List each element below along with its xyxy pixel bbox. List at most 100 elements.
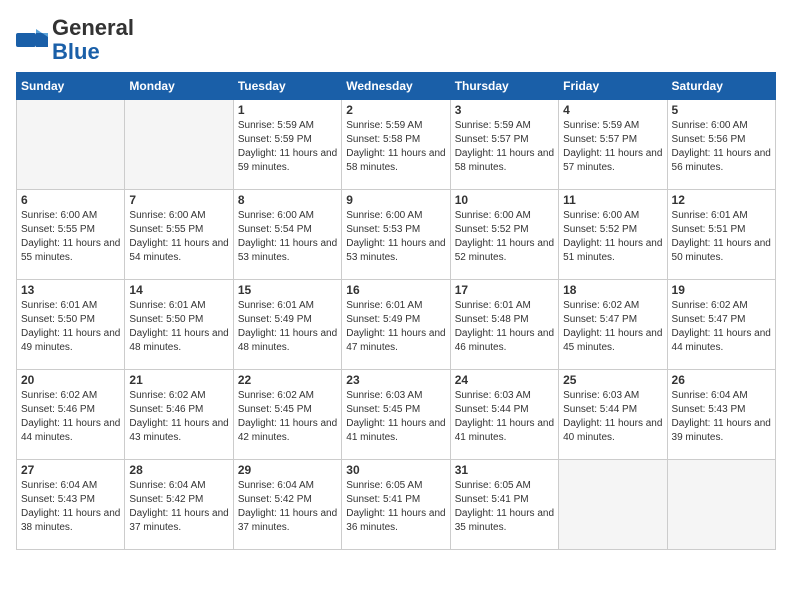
day-cell: 19 Sunrise: 6:02 AM Sunset: 5:47 PM Dayli… xyxy=(667,280,775,370)
day-number: 2 xyxy=(346,103,445,117)
day-cell: 14 Sunrise: 6:01 AM Sunset: 5:50 PM Dayli… xyxy=(125,280,233,370)
day-number: 31 xyxy=(455,463,554,477)
day-cell: 10 Sunrise: 6:00 AM Sunset: 5:52 PM Dayli… xyxy=(450,190,558,280)
day-number: 29 xyxy=(238,463,337,477)
day-number: 15 xyxy=(238,283,337,297)
day-cell: 5 Sunrise: 6:00 AM Sunset: 5:56 PM Daylig… xyxy=(667,100,775,190)
day-number: 20 xyxy=(21,373,120,387)
day-cell xyxy=(125,100,233,190)
day-cell: 22 Sunrise: 6:02 AM Sunset: 5:45 PM Dayli… xyxy=(233,370,341,460)
week-row-3: 13 Sunrise: 6:01 AM Sunset: 5:50 PM Dayli… xyxy=(17,280,776,370)
day-cell: 6Sunrise: 6:00 AM Sunset: 5:55 PM Daylig… xyxy=(17,190,125,280)
day-number: 16 xyxy=(346,283,445,297)
day-cell: 15 Sunrise: 6:01 AM Sunset: 5:49 PM Dayli… xyxy=(233,280,341,370)
day-info: Sunrise: 5:59 AM Sunset: 5:57 PM Dayligh… xyxy=(455,119,554,175)
weekday-thursday: Thursday xyxy=(450,73,558,100)
weekday-sunday: Sunday xyxy=(17,73,125,100)
day-number: 22 xyxy=(238,373,337,387)
day-info: Sunrise: 6:02 AM Sunset: 5:45 PM Dayligh… xyxy=(238,389,337,445)
day-number: 10 xyxy=(455,193,554,207)
day-number: 25 xyxy=(563,373,662,387)
day-info: Sunrise: 6:00 AM Sunset: 5:56 PM Dayligh… xyxy=(672,119,771,175)
day-number: 13 xyxy=(21,283,120,297)
day-cell: 29 Sunrise: 6:04 AM Sunset: 5:42 PM Dayli… xyxy=(233,460,341,550)
day-number: 27 xyxy=(21,463,120,477)
day-number: 19 xyxy=(672,283,771,297)
logo: GeneralBlue xyxy=(16,16,134,64)
day-info: Sunrise: 6:05 AM Sunset: 5:41 PM Dayligh… xyxy=(455,479,554,535)
weekday-tuesday: Tuesday xyxy=(233,73,341,100)
day-number: 23 xyxy=(346,373,445,387)
day-cell: 12 Sunrise: 6:01 AM Sunset: 5:51 PM Dayli… xyxy=(667,190,775,280)
logo-icon xyxy=(16,29,48,51)
logo-text: GeneralBlue xyxy=(52,16,134,64)
day-number: 1 xyxy=(238,103,337,117)
day-cell: 31 Sunrise: 6:05 AM Sunset: 5:41 PM Dayli… xyxy=(450,460,558,550)
day-number: 9 xyxy=(346,193,445,207)
day-cell: 3 Sunrise: 5:59 AM Sunset: 5:57 PM Daylig… xyxy=(450,100,558,190)
day-number: 14 xyxy=(129,283,228,297)
day-cell: 27 Sunrise: 6:04 AM Sunset: 5:43 PM Dayli… xyxy=(17,460,125,550)
day-number: 26 xyxy=(672,373,771,387)
day-number: 12 xyxy=(672,193,771,207)
day-info: Sunrise: 6:04 AM Sunset: 5:43 PM Dayligh… xyxy=(21,479,120,535)
day-number: 17 xyxy=(455,283,554,297)
day-cell: 24Sunrise: 6:03 AM Sunset: 5:44 PM Dayli… xyxy=(450,370,558,460)
week-row-5: 27 Sunrise: 6:04 AM Sunset: 5:43 PM Dayli… xyxy=(17,460,776,550)
day-cell: 21 Sunrise: 6:02 AM Sunset: 5:46 PM Dayli… xyxy=(125,370,233,460)
weekday-wednesday: Wednesday xyxy=(342,73,450,100)
day-cell: 28 Sunrise: 6:04 AM Sunset: 5:42 PM Dayli… xyxy=(125,460,233,550)
day-info: Sunrise: 6:03 AM Sunset: 5:45 PM Dayligh… xyxy=(346,389,445,445)
weekday-header-row: SundayMondayTuesdayWednesdayThursdayFrid… xyxy=(17,73,776,100)
day-info: Sunrise: 5:59 AM Sunset: 5:57 PM Dayligh… xyxy=(563,119,662,175)
day-info: Sunrise: 5:59 AM Sunset: 5:59 PM Dayligh… xyxy=(238,119,337,175)
day-info: Sunrise: 6:00 AM Sunset: 5:53 PM Dayligh… xyxy=(346,209,445,265)
day-info: Sunrise: 6:01 AM Sunset: 5:51 PM Dayligh… xyxy=(672,209,771,265)
day-cell xyxy=(667,460,775,550)
day-cell: 18Sunrise: 6:02 AM Sunset: 5:47 PM Dayli… xyxy=(559,280,667,370)
day-number: 3 xyxy=(455,103,554,117)
weekday-friday: Friday xyxy=(559,73,667,100)
day-info: Sunrise: 6:02 AM Sunset: 5:46 PM Dayligh… xyxy=(129,389,228,445)
day-info: Sunrise: 6:04 AM Sunset: 5:43 PM Dayligh… xyxy=(672,389,771,445)
day-cell xyxy=(559,460,667,550)
day-info: Sunrise: 6:00 AM Sunset: 5:52 PM Dayligh… xyxy=(563,209,662,265)
day-cell: 9 Sunrise: 6:00 AM Sunset: 5:53 PM Daylig… xyxy=(342,190,450,280)
week-row-1: 1 Sunrise: 5:59 AM Sunset: 5:59 PM Daylig… xyxy=(17,100,776,190)
day-number: 7 xyxy=(129,193,228,207)
day-number: 5 xyxy=(672,103,771,117)
day-number: 30 xyxy=(346,463,445,477)
day-info: Sunrise: 6:01 AM Sunset: 5:49 PM Dayligh… xyxy=(346,299,445,355)
day-cell: 17 Sunrise: 6:01 AM Sunset: 5:48 PM Dayli… xyxy=(450,280,558,370)
page-header: GeneralBlue xyxy=(16,16,776,64)
day-info: Sunrise: 6:02 AM Sunset: 5:47 PM Dayligh… xyxy=(672,299,771,355)
day-number: 8 xyxy=(238,193,337,207)
day-info: Sunrise: 6:00 AM Sunset: 5:55 PM Dayligh… xyxy=(21,209,120,265)
day-info: Sunrise: 6:04 AM Sunset: 5:42 PM Dayligh… xyxy=(129,479,228,535)
day-info: Sunrise: 6:01 AM Sunset: 5:50 PM Dayligh… xyxy=(21,299,120,355)
day-cell: 7Sunrise: 6:00 AM Sunset: 5:55 PM Daylig… xyxy=(125,190,233,280)
weekday-monday: Monday xyxy=(125,73,233,100)
day-info: Sunrise: 6:04 AM Sunset: 5:42 PM Dayligh… xyxy=(238,479,337,535)
day-number: 28 xyxy=(129,463,228,477)
day-info: Sunrise: 5:59 AM Sunset: 5:58 PM Dayligh… xyxy=(346,119,445,175)
weekday-saturday: Saturday xyxy=(667,73,775,100)
day-cell: 16 Sunrise: 6:01 AM Sunset: 5:49 PM Dayli… xyxy=(342,280,450,370)
day-info: Sunrise: 6:01 AM Sunset: 5:48 PM Dayligh… xyxy=(455,299,554,355)
day-number: 11 xyxy=(563,193,662,207)
day-info: Sunrise: 6:01 AM Sunset: 5:50 PM Dayligh… xyxy=(129,299,228,355)
day-cell: 2 Sunrise: 5:59 AM Sunset: 5:58 PM Daylig… xyxy=(342,100,450,190)
day-info: Sunrise: 6:00 AM Sunset: 5:54 PM Dayligh… xyxy=(238,209,337,265)
day-info: Sunrise: 6:02 AM Sunset: 5:46 PM Dayligh… xyxy=(21,389,120,445)
day-info: Sunrise: 6:05 AM Sunset: 5:41 PM Dayligh… xyxy=(346,479,445,535)
day-cell: 1 Sunrise: 5:59 AM Sunset: 5:59 PM Daylig… xyxy=(233,100,341,190)
day-info: Sunrise: 6:02 AM Sunset: 5:47 PM Dayligh… xyxy=(563,299,662,355)
day-cell: 8 Sunrise: 6:00 AM Sunset: 5:54 PM Daylig… xyxy=(233,190,341,280)
day-cell: 13 Sunrise: 6:01 AM Sunset: 5:50 PM Dayli… xyxy=(17,280,125,370)
week-row-2: 6Sunrise: 6:00 AM Sunset: 5:55 PM Daylig… xyxy=(17,190,776,280)
day-info: Sunrise: 6:00 AM Sunset: 5:52 PM Dayligh… xyxy=(455,209,554,265)
day-number: 21 xyxy=(129,373,228,387)
calendar-table: SundayMondayTuesdayWednesdayThursdayFrid… xyxy=(16,72,776,550)
day-info: Sunrise: 6:01 AM Sunset: 5:49 PM Dayligh… xyxy=(238,299,337,355)
day-cell xyxy=(17,100,125,190)
